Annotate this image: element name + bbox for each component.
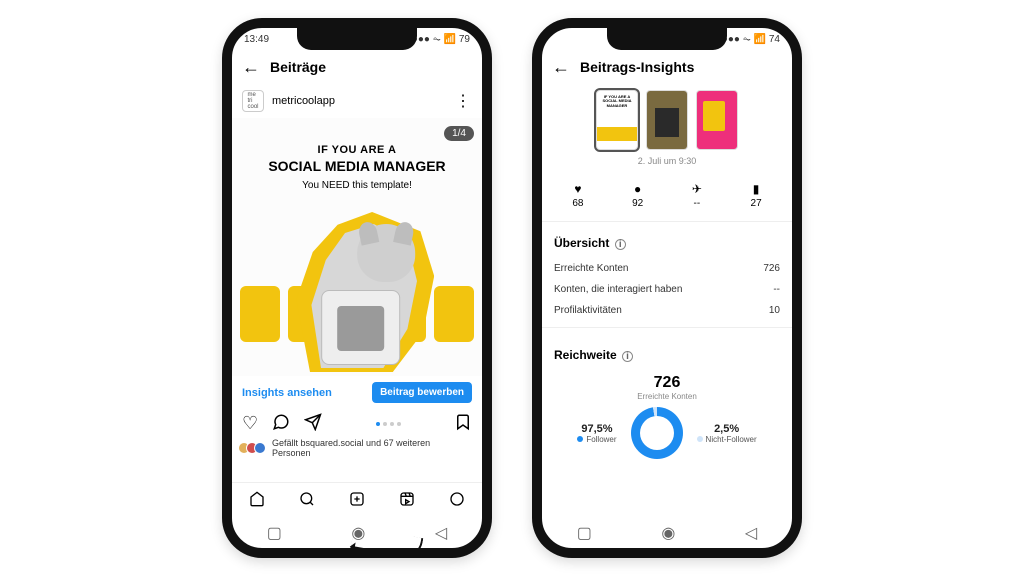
post-content: metricool metricoolapp ⋮ 1/4 IF YOU ARE … <box>232 84 482 518</box>
nav-recent-icon[interactable]: ▢ <box>267 523 282 543</box>
overview-row-1: Erreichte Konten726 <box>542 258 792 279</box>
page-title: Beiträge <box>270 59 326 75</box>
reach-value: 726 <box>542 374 792 392</box>
nav-recent-icon[interactable]: ▢ <box>577 523 592 543</box>
status-time: 13:49 <box>244 34 269 45</box>
promote-post-button[interactable]: Beitrag bewerben <box>372 382 472 403</box>
metric-comments: ● 92 <box>632 182 643 209</box>
status-icons: ●●● ⏦ 📶 74 <box>722 34 780 45</box>
more-icon[interactable]: ⋮ <box>455 91 472 111</box>
phone-notch <box>607 28 727 50</box>
comment-icon[interactable] <box>272 413 290 434</box>
home-icon[interactable] <box>249 491 265 510</box>
page-header: ← Beiträge <box>232 50 482 84</box>
overview-row-2: Konten, die interagiert haben-- <box>542 279 792 300</box>
thumbnail-3[interactable] <box>696 90 738 150</box>
thumbnail-1[interactable]: IF YOU ARE A SOCIAL MEDIA MANAGER <box>596 90 638 150</box>
android-navbar: ▢ ◉ ◁ <box>542 518 792 548</box>
bottom-tabbar <box>232 482 482 518</box>
liker-avatars <box>242 442 266 454</box>
reach-label: Erreichte Konten <box>542 392 792 401</box>
insights-content: IF YOU ARE A SOCIAL MEDIA MANAGER 2. Jul… <box>542 84 792 518</box>
create-icon[interactable] <box>349 491 365 510</box>
android-navbar: ▢ ◉ ◁ <box>232 518 482 548</box>
bookmark-icon: ▮ <box>751 182 762 198</box>
nav-back-icon[interactable]: ◁ <box>745 523 757 543</box>
back-icon[interactable]: ← <box>242 58 260 76</box>
reach-heading: Reichweite i <box>542 334 792 370</box>
likes-text-2: Personen <box>272 448 311 458</box>
overview-row-3: Profilaktivitäten10 <box>542 300 792 321</box>
metric-saves: ▮ 27 <box>751 182 762 209</box>
nonfollower-pct: 2,5% Nicht-Follower <box>697 423 757 444</box>
post-subheading: You NEED this template! <box>232 180 482 191</box>
back-icon[interactable]: ← <box>552 58 570 76</box>
follower-pct: 97,5% Follower <box>577 423 616 444</box>
carousel-dots <box>336 422 440 426</box>
thumbnail-2[interactable] <box>646 90 688 150</box>
carousel-counter: 1/4 <box>444 126 474 141</box>
share-icon: ✈ <box>692 182 702 198</box>
phone-notch <box>297 28 417 50</box>
author-name[interactable]: metricoolapp <box>272 95 335 107</box>
author-row[interactable]: metricool metricoolapp ⋮ <box>232 84 482 118</box>
nav-home-icon[interactable]: ◉ <box>661 523 675 543</box>
metric-shares: ✈ -- <box>692 182 702 209</box>
reach-donut-chart: 97,5% Follower 2,5% Nicht-Follower <box>542 407 792 459</box>
view-insights-link[interactable]: Insights ansehen <box>242 387 332 399</box>
overview-heading: Übersicht i <box>542 222 792 258</box>
post-heading-2: SOCIAL MEDIA MANAGER <box>232 158 482 174</box>
likes-text: Gefällt bsquared.social und 67 weiteren <box>272 438 430 448</box>
phone-right: ●●● ⏦ 📶 74 ← Beitrags-Insights IF YOU AR… <box>532 18 802 558</box>
divider <box>542 327 792 328</box>
phone-left: 13:49 ●●● ⏦ 📶 79 ← Beiträge metricool me… <box>222 18 492 558</box>
dog-illustration <box>304 218 424 368</box>
bookmark-icon[interactable] <box>454 413 472 434</box>
reels-icon[interactable] <box>399 491 415 510</box>
likes-summary[interactable]: Gefällt bsquared.social und 67 weiteren … <box>232 438 482 458</box>
post-image[interactable]: 1/4 IF YOU ARE A SOCIAL MEDIA MANAGER Yo… <box>232 118 482 376</box>
author-avatar[interactable]: metricool <box>242 90 264 112</box>
post-date: 2. Juli um 9:30 <box>542 152 792 176</box>
metrics-row: ♥ 68 ● 92 ✈ -- ▮ 27 <box>542 176 792 222</box>
comment-icon: ● <box>632 182 643 198</box>
page-title: Beitrags-Insights <box>580 59 694 75</box>
share-icon[interactable] <box>304 413 322 434</box>
post-heading-1: IF YOU ARE A <box>232 144 482 156</box>
nav-back-icon[interactable]: ◁ <box>435 523 447 543</box>
metric-likes: ♥ 68 <box>572 182 583 209</box>
post-thumbnails: IF YOU ARE A SOCIAL MEDIA MANAGER <box>542 84 792 152</box>
donut-icon <box>631 407 683 459</box>
insights-row: Insights ansehen Beitrag bewerben <box>232 376 482 409</box>
post-actions: ♡ <box>232 409 482 438</box>
page-header: ← Beitrags-Insights <box>542 50 792 84</box>
info-icon[interactable]: i <box>615 239 626 250</box>
heart-icon: ♥ <box>572 182 583 198</box>
info-icon[interactable]: i <box>622 351 633 362</box>
search-icon[interactable] <box>299 491 315 510</box>
like-icon[interactable]: ♡ <box>242 413 258 434</box>
nav-home-icon[interactable]: ◉ <box>351 523 365 543</box>
profile-icon[interactable] <box>449 491 465 510</box>
status-icons: ●●● ⏦ 📶 79 <box>412 34 470 45</box>
